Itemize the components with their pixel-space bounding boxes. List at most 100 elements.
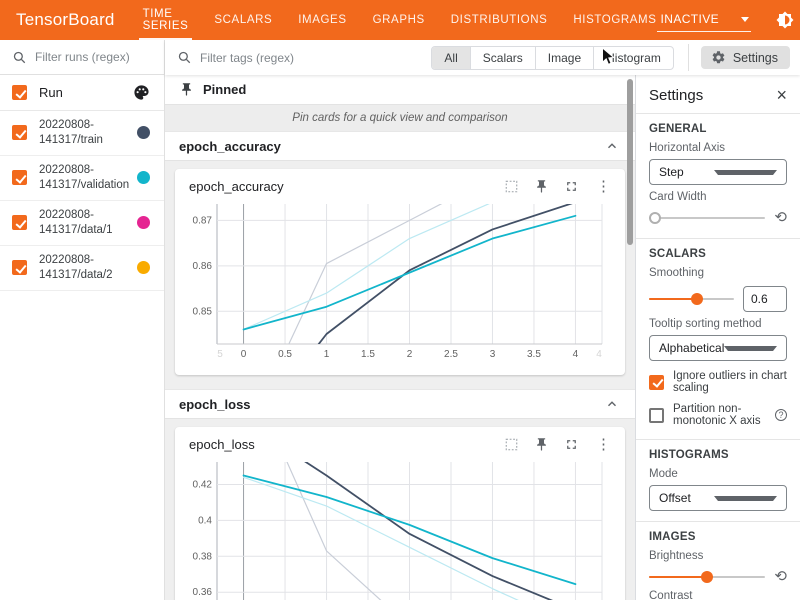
chevron-up-icon	[605, 139, 619, 153]
pin-icon	[534, 179, 549, 194]
fit-to-data-button[interactable]	[504, 179, 519, 194]
svg-text:2.5: 2.5	[444, 349, 458, 360]
run-color-dot	[137, 216, 150, 229]
tooltip-sorting-value: Alphabetical	[659, 341, 724, 355]
run-color-dot	[137, 126, 150, 139]
settings-toggle-button[interactable]: Settings	[701, 46, 790, 69]
svg-text:0.42: 0.42	[193, 479, 213, 490]
images-heading: IMAGES	[649, 531, 787, 543]
tag-type-filter-group: AllScalarsImageHistogram	[431, 46, 673, 70]
horizontal-axis-label: Horizontal Axis	[649, 142, 787, 154]
tag-type-filter-button[interactable]: All	[432, 47, 469, 69]
fit-to-data-button[interactable]	[504, 437, 519, 452]
svg-text:0.36: 0.36	[193, 587, 213, 598]
runs-sidebar: Run 20220808-141317/train 20220808-14131…	[0, 40, 165, 600]
runs-column-header: Run	[39, 85, 133, 100]
chevron-down-icon	[724, 346, 777, 351]
run-row[interactable]: 20220808-141317/data/1	[0, 201, 164, 246]
ignore-outliers-row[interactable]: Ignore outliers in chart scaling	[649, 370, 787, 394]
histogram-mode-select[interactable]: Offset	[649, 485, 787, 511]
dark-mode-toggle-button[interactable]	[776, 7, 794, 33]
svg-text:0.38: 0.38	[193, 551, 213, 562]
select-all-runs-checkbox[interactable]	[12, 85, 27, 100]
partition-x-row[interactable]: Partition non-monotonic X axis?	[649, 403, 787, 427]
fullscreen-button[interactable]	[564, 437, 579, 452]
close-icon[interactable]: ×	[776, 86, 787, 104]
epoch-accuracy-chart[interactable]: 0.850.860.8700.511.522.533.5454	[175, 196, 625, 367]
card-title: epoch_accuracy	[189, 179, 504, 194]
ignore-outliers-checkbox[interactable]	[649, 375, 664, 390]
vertical-scrollbar-thumb[interactable]	[627, 79, 633, 245]
smoothing-slider[interactable]	[649, 292, 734, 306]
contrast-label: Contrast	[649, 590, 787, 600]
card-menu-button[interactable]: ⋮	[594, 437, 613, 452]
tooltip-sorting-select[interactable]: Alphabetical	[649, 335, 787, 361]
toolbar-divider	[688, 44, 689, 71]
section-title: epoch_accuracy	[179, 139, 605, 154]
run-checkbox[interactable]	[12, 170, 27, 185]
app-logo: TensorBoard	[16, 10, 115, 30]
cards-scroll-area: Pinned Pin cards for a quick view and co…	[165, 75, 635, 600]
dark-mode-toggle-icon	[776, 11, 794, 29]
settings-histograms-section: HISTOGRAMS Mode Offset	[636, 440, 800, 522]
pinned-empty-hint: Pin cards for a quick view and compariso…	[165, 105, 635, 131]
svg-text:0: 0	[241, 349, 247, 360]
chevron-down-icon	[741, 17, 749, 22]
nav-tab[interactable]: GRAPHS	[373, 0, 425, 40]
run-row[interactable]: 20220808-141317/train	[0, 111, 164, 156]
nav-tab[interactable]: TIME SERIES	[143, 0, 189, 40]
settings-images-section: IMAGES Brightness ⟲ Contrast ⟲	[636, 522, 800, 600]
reset-icon[interactable]: ⟲	[774, 210, 787, 225]
run-name: 20220808-141317/validation	[39, 163, 137, 193]
nav-tab-label: HISTOGRAMS	[573, 14, 656, 26]
section-header-epoch-loss[interactable]: epoch_loss	[165, 389, 635, 419]
card-width-slider[interactable]	[649, 211, 765, 225]
reset-icon[interactable]: ⟲	[774, 569, 787, 584]
reload-status-select[interactable]: INACTIVE	[657, 8, 752, 32]
line-chart-svg[interactable]: 0.850.860.8700.511.522.533.5454	[181, 198, 608, 362]
pin-card-button[interactable]	[534, 437, 549, 452]
tags-filter-input[interactable]	[200, 51, 380, 65]
horizontal-axis-select[interactable]: Step	[649, 159, 787, 185]
run-row[interactable]: 20220808-141317/validation	[0, 156, 164, 201]
tag-type-filter-button[interactable]: Histogram	[593, 47, 673, 69]
svg-text:3.5: 3.5	[527, 349, 541, 360]
partition-x-checkbox[interactable]	[649, 408, 664, 423]
nav-tab[interactable]: DISTRIBUTIONS	[451, 0, 548, 40]
run-checkbox[interactable]	[12, 260, 27, 275]
pin-card-button[interactable]	[534, 179, 549, 194]
nav-tab[interactable]: SCALARS	[214, 0, 272, 40]
scalars-heading: SCALARS	[649, 248, 787, 260]
nav-tab-label: SCALARS	[214, 14, 272, 26]
smoothing-value-input[interactable]	[743, 286, 787, 312]
run-color-dot	[137, 261, 150, 274]
svg-text:4: 4	[573, 349, 579, 360]
brightness-label: Brightness	[649, 550, 787, 562]
run-checkbox[interactable]	[12, 125, 27, 140]
histogram-mode-value: Offset	[659, 491, 714, 505]
line-chart-svg[interactable]: 0.360.380.40.4200.511.522.533.54	[181, 456, 608, 600]
help-icon[interactable]: ?	[775, 409, 787, 421]
run-checkbox[interactable]	[12, 215, 27, 230]
main-toolbar: AllScalarsImageHistogram Settings	[165, 40, 800, 75]
svg-text:5: 5	[217, 349, 223, 360]
card-menu-button[interactable]: ⋮	[594, 179, 613, 194]
svg-text:4: 4	[596, 349, 602, 360]
search-icon	[12, 50, 27, 65]
gear-icon	[711, 50, 726, 65]
nav-tab[interactable]: IMAGES	[298, 0, 346, 40]
nav-tab[interactable]: HISTOGRAMS	[573, 0, 656, 40]
card-width-label: Card Width	[649, 191, 787, 203]
epoch-loss-chart[interactable]: 0.360.380.40.4200.511.522.533.54	[175, 454, 625, 600]
horizontal-axis-value: Step	[659, 165, 714, 179]
fullscreen-button[interactable]	[564, 179, 579, 194]
pin-icon	[179, 82, 194, 97]
palette-icon[interactable]	[133, 84, 150, 101]
tag-type-filter-button[interactable]: Image	[535, 47, 593, 69]
brightness-slider[interactable]	[649, 570, 765, 584]
run-row[interactable]: 20220808-141317/data/2	[0, 246, 164, 291]
tag-type-filter-button[interactable]: Scalars	[470, 47, 535, 69]
runs-list: 20220808-141317/train 20220808-141317/va…	[0, 111, 164, 291]
runs-filter-input[interactable]	[35, 50, 154, 64]
section-header-epoch-accuracy[interactable]: epoch_accuracy	[165, 131, 635, 161]
